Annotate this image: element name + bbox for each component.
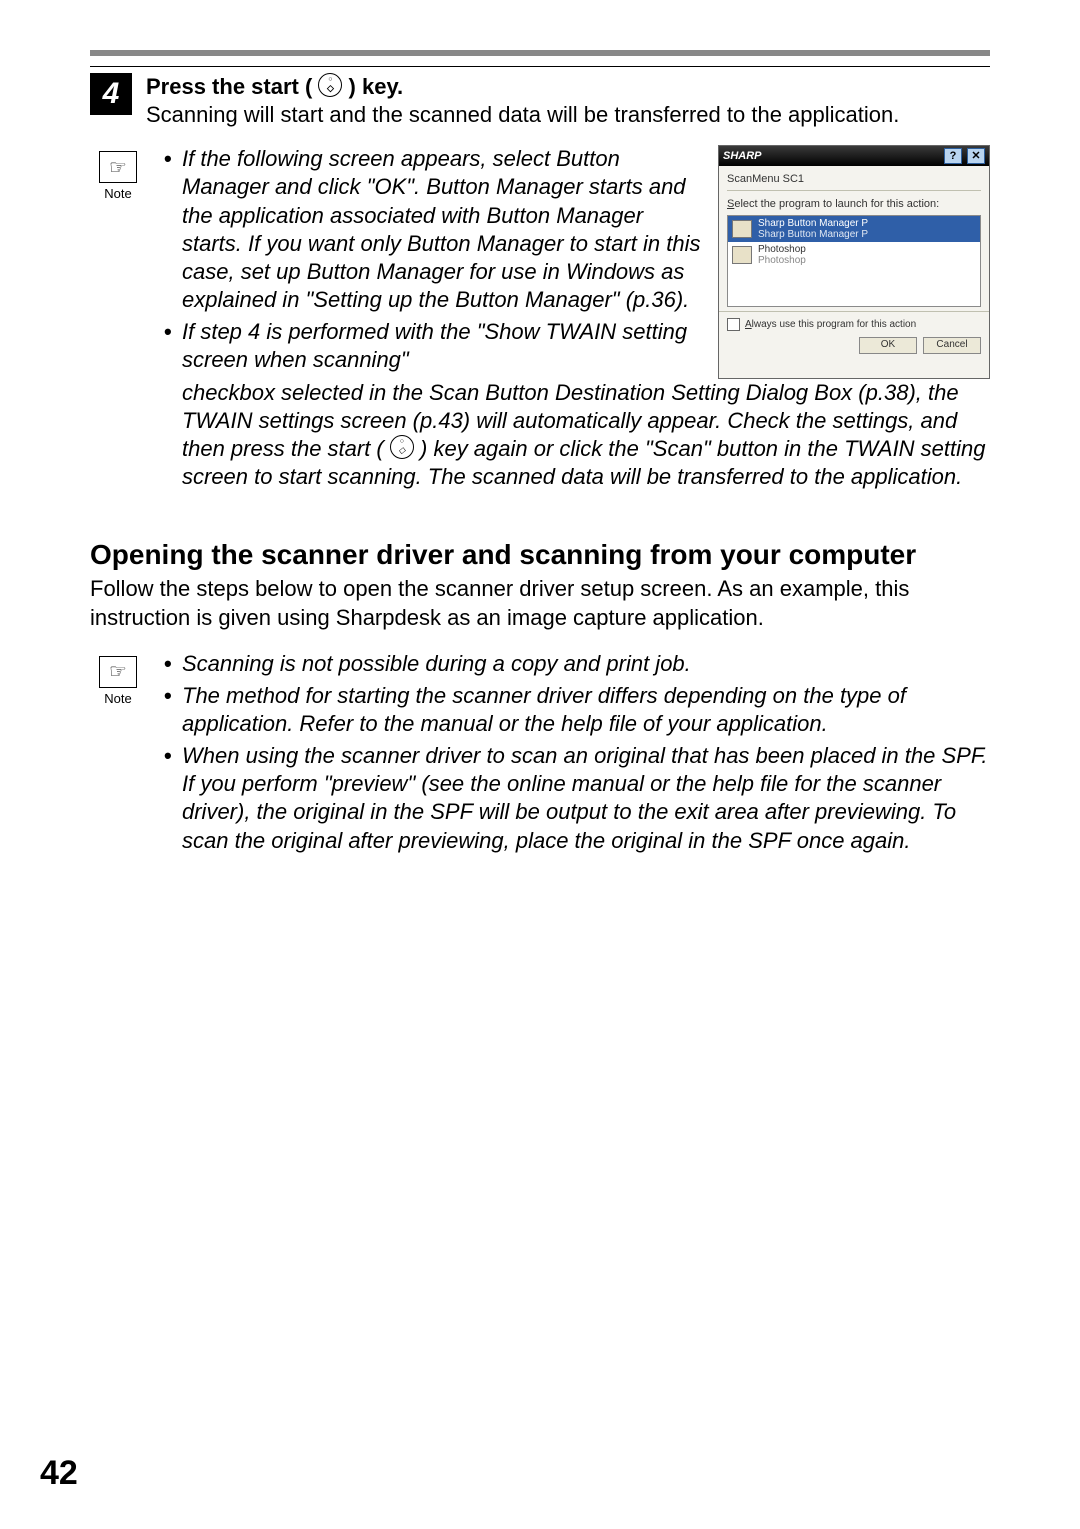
dialog-subtitle: ScanMenu SC1 bbox=[719, 166, 989, 188]
section-heading: Opening the scanner driver and scanning … bbox=[90, 539, 990, 571]
dialog-always-checkbox-row[interactable]: Always use this program for this action bbox=[719, 311, 989, 333]
note-label: Note bbox=[104, 186, 131, 201]
header-hairline bbox=[90, 66, 990, 67]
header-rule bbox=[90, 50, 990, 56]
dialog-titlebar: SHARP ? ✕ bbox=[719, 146, 989, 166]
note2-bullet-3: When using the scanner driver to scan an… bbox=[160, 742, 990, 855]
dialog-checkbox-label: Always use this program for this action bbox=[745, 319, 916, 332]
note2-body: Scanning is not possible during a copy a… bbox=[160, 650, 990, 859]
dialog-cancel-button[interactable]: Cancel bbox=[923, 337, 981, 354]
note-block-1: ☞ Note If the following screen appears, … bbox=[90, 145, 990, 491]
note1-bullet-2-top: If step 4 is performed with the "Show TW… bbox=[160, 318, 704, 374]
note-block-2: ☞ Note Scanning is not possible during a… bbox=[90, 650, 990, 859]
step-4: 4 Press the start ( ) key. Scanning will… bbox=[90, 73, 990, 129]
dialog-brand: SHARP bbox=[723, 149, 762, 163]
note-hand-icon: ☞ bbox=[99, 151, 137, 183]
list-item-photoshop[interactable]: Photoshop Photoshop bbox=[728, 242, 980, 268]
note-icon-column: ☞ Note bbox=[90, 151, 146, 201]
page-number: 42 bbox=[40, 1454, 78, 1493]
step-body: Press the start ( ) key. Scanning will s… bbox=[146, 73, 990, 129]
note2-bullet-2: The method for starting the scanner driv… bbox=[160, 682, 990, 738]
note1-body: If the following screen appears, select … bbox=[160, 145, 990, 491]
step-title-pre: Press the start ( bbox=[146, 74, 312, 99]
step-title-post: ) key. bbox=[349, 74, 404, 99]
autoplay-dialog: SHARP ? ✕ ScanMenu SC1 Select the progra… bbox=[718, 145, 990, 378]
app-icon bbox=[732, 220, 752, 238]
note1-bullet-2-continuation: checkbox selected in the Scan Button Des… bbox=[160, 379, 990, 492]
dialog-help-button[interactable]: ? bbox=[944, 148, 962, 164]
step-title: Press the start ( ) key. bbox=[146, 74, 403, 99]
note2-bullet-1: Scanning is not possible during a copy a… bbox=[160, 650, 990, 678]
list-item-button-manager[interactable]: Sharp Button Manager P Sharp Button Mana… bbox=[728, 216, 980, 242]
dialog-ok-button[interactable]: OK bbox=[859, 337, 917, 354]
start-key-icon bbox=[390, 435, 414, 459]
checkbox-icon[interactable] bbox=[727, 318, 740, 331]
step-number-badge: 4 bbox=[90, 73, 132, 115]
manual-page: 4 Press the start ( ) key. Scanning will… bbox=[0, 0, 1080, 1529]
dialog-prompt: Select the program to launch for this ac… bbox=[719, 193, 989, 213]
note-hand-icon: ☞ bbox=[99, 656, 137, 688]
note-icon-column: ☞ Note bbox=[90, 656, 146, 706]
dialog-close-button[interactable]: ✕ bbox=[967, 148, 985, 164]
section-description: Follow the steps below to open the scann… bbox=[90, 575, 990, 631]
app-icon bbox=[732, 246, 752, 264]
note-label: Note bbox=[104, 691, 131, 706]
dialog-program-list[interactable]: Sharp Button Manager P Sharp Button Mana… bbox=[727, 215, 981, 307]
start-key-icon bbox=[318, 73, 342, 97]
note1-bullet-1: If the following screen appears, select … bbox=[160, 145, 704, 314]
step-subtitle: Scanning will start and the scanned data… bbox=[146, 102, 899, 127]
